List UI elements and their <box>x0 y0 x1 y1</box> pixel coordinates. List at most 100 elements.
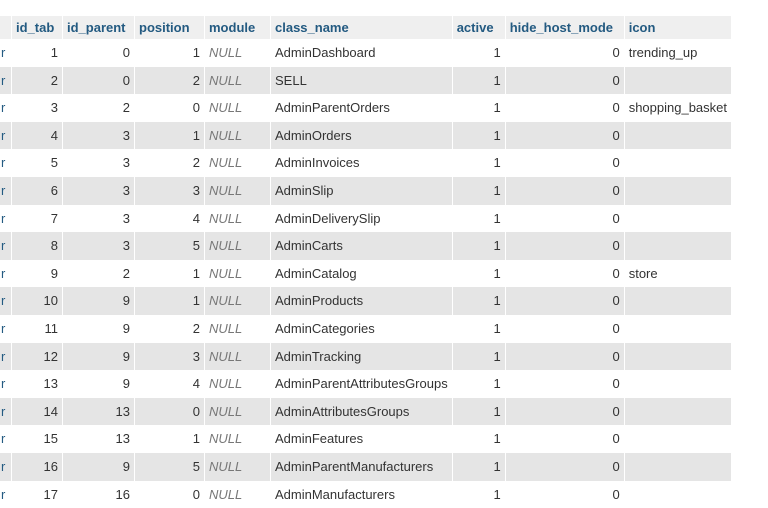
row-action-link[interactable]: r <box>0 287 11 315</box>
table-row[interactable]: r431NULLAdminOrders10 <box>0 122 731 150</box>
cell-id-parent: 2 <box>63 260 134 288</box>
cell-id-parent: 0 <box>63 39 134 67</box>
column-header-icon[interactable]: icon <box>625 16 731 39</box>
cell-hide-host-mode: 0 <box>506 39 624 67</box>
table-row[interactable]: r1091NULLAdminProducts10 <box>0 287 731 315</box>
cell-icon <box>625 232 731 260</box>
cell-id-parent: 3 <box>63 122 134 150</box>
row-action-link[interactable]: r <box>0 425 11 453</box>
cell-module: NULL <box>205 177 270 205</box>
cell-hide-host-mode: 0 <box>506 343 624 371</box>
cell-id-tab: 17 <box>12 481 62 508</box>
cell-position: 3 <box>135 343 204 371</box>
row-action-link[interactable]: r <box>0 260 11 288</box>
cell-icon <box>625 425 731 453</box>
cell-id-tab: 12 <box>12 343 62 371</box>
cell-active: 1 <box>453 232 505 260</box>
table-row[interactable]: r921NULLAdminCatalog10store <box>0 260 731 288</box>
table-row[interactable]: r1695NULLAdminParentManufacturers10 <box>0 453 731 481</box>
cell-icon <box>625 315 731 343</box>
table-row[interactable]: r14130NULLAdminAttributesGroups10 <box>0 398 731 426</box>
table-row[interactable]: r320NULLAdminParentOrders10shopping_bask… <box>0 94 731 122</box>
column-header-position[interactable]: position <box>135 16 204 39</box>
cell-hide-host-mode: 0 <box>506 94 624 122</box>
column-header-id-parent[interactable]: id_parent <box>63 16 134 39</box>
row-action-link[interactable]: r <box>0 370 11 398</box>
column-header-active[interactable]: active <box>453 16 505 39</box>
table-row[interactable]: r633NULLAdminSlip10 <box>0 177 731 205</box>
cell-class-name: AdminManufacturers <box>271 481 452 508</box>
row-action-link[interactable]: r <box>0 94 11 122</box>
table-row[interactable]: r101NULLAdminDashboard10trending_up <box>0 39 731 67</box>
cell-id-tab: 2 <box>12 67 62 95</box>
table-row[interactable]: r17160NULLAdminManufacturers10 <box>0 481 731 508</box>
cell-id-tab: 8 <box>12 232 62 260</box>
cell-active: 1 <box>453 149 505 177</box>
cell-id-parent: 3 <box>63 205 134 233</box>
row-action-link[interactable]: r <box>0 398 11 426</box>
cell-position: 2 <box>135 149 204 177</box>
cell-class-name: AdminParentOrders <box>271 94 452 122</box>
cell-id-tab: 6 <box>12 177 62 205</box>
cell-position: 4 <box>135 205 204 233</box>
cell-module: NULL <box>205 425 270 453</box>
cell-id-tab: 5 <box>12 149 62 177</box>
cell-class-name: AdminTracking <box>271 343 452 371</box>
cell-active: 1 <box>453 39 505 67</box>
cell-module: NULL <box>205 398 270 426</box>
row-action-link[interactable]: r <box>0 481 11 508</box>
cell-hide-host-mode: 0 <box>506 287 624 315</box>
cell-icon <box>625 122 731 150</box>
table-row[interactable]: r202NULLSELL10 <box>0 67 731 95</box>
cell-hide-host-mode: 0 <box>506 232 624 260</box>
row-action-link[interactable]: r <box>0 232 11 260</box>
row-action-link[interactable]: r <box>0 67 11 95</box>
table-row[interactable]: r15131NULLAdminFeatures10 <box>0 425 731 453</box>
column-header-class-name[interactable]: class_name <box>271 16 452 39</box>
cell-icon: store <box>625 260 731 288</box>
row-action-link[interactable]: r <box>0 122 11 150</box>
row-action-link[interactable]: r <box>0 453 11 481</box>
cell-position: 1 <box>135 287 204 315</box>
row-action-link[interactable]: r <box>0 149 11 177</box>
cell-active: 1 <box>453 370 505 398</box>
table-row[interactable]: r734NULLAdminDeliverySlip10 <box>0 205 731 233</box>
cell-class-name: AdminParentManufacturers <box>271 453 452 481</box>
cell-active: 1 <box>453 287 505 315</box>
cell-active: 1 <box>453 260 505 288</box>
cell-id-tab: 15 <box>12 425 62 453</box>
cell-icon: shopping_basket <box>625 94 731 122</box>
cell-class-name: AdminSlip <box>271 177 452 205</box>
row-action-link[interactable]: r <box>0 205 11 233</box>
cell-class-name: AdminFeatures <box>271 425 452 453</box>
cell-id-parent: 9 <box>63 315 134 343</box>
table-row[interactable]: r835NULLAdminCarts10 <box>0 232 731 260</box>
cell-id-parent: 3 <box>63 177 134 205</box>
column-header-hide-host-mode[interactable]: hide_host_mode <box>506 16 624 39</box>
row-action-link[interactable]: r <box>0 343 11 371</box>
row-action-link[interactable]: r <box>0 315 11 343</box>
table-body: r101NULLAdminDashboard10trending_upr202N… <box>0 39 731 508</box>
cell-module: NULL <box>205 260 270 288</box>
table-row[interactable]: r532NULLAdminInvoices10 <box>0 149 731 177</box>
row-action-link[interactable]: r <box>0 39 11 67</box>
table-row[interactable]: r1394NULLAdminParentAttributesGroups10 <box>0 370 731 398</box>
cell-module: NULL <box>205 481 270 508</box>
cell-module: NULL <box>205 343 270 371</box>
cell-class-name: AdminDeliverySlip <box>271 205 452 233</box>
cell-class-name: SELL <box>271 67 452 95</box>
cell-module: NULL <box>205 39 270 67</box>
cell-icon <box>625 287 731 315</box>
table-row[interactable]: r1192NULLAdminCategories10 <box>0 315 731 343</box>
column-header-id-tab[interactable]: id_tab <box>12 16 62 39</box>
cell-id-parent: 3 <box>63 232 134 260</box>
results-table: id_tab id_parent position module class_n… <box>0 16 732 508</box>
cell-id-parent: 9 <box>63 343 134 371</box>
cell-hide-host-mode: 0 <box>506 177 624 205</box>
row-actions-header <box>0 16 11 39</box>
column-header-module[interactable]: module <box>205 16 270 39</box>
cell-icon <box>625 67 731 95</box>
table-row[interactable]: r1293NULLAdminTracking10 <box>0 343 731 371</box>
cell-hide-host-mode: 0 <box>506 315 624 343</box>
row-action-link[interactable]: r <box>0 177 11 205</box>
